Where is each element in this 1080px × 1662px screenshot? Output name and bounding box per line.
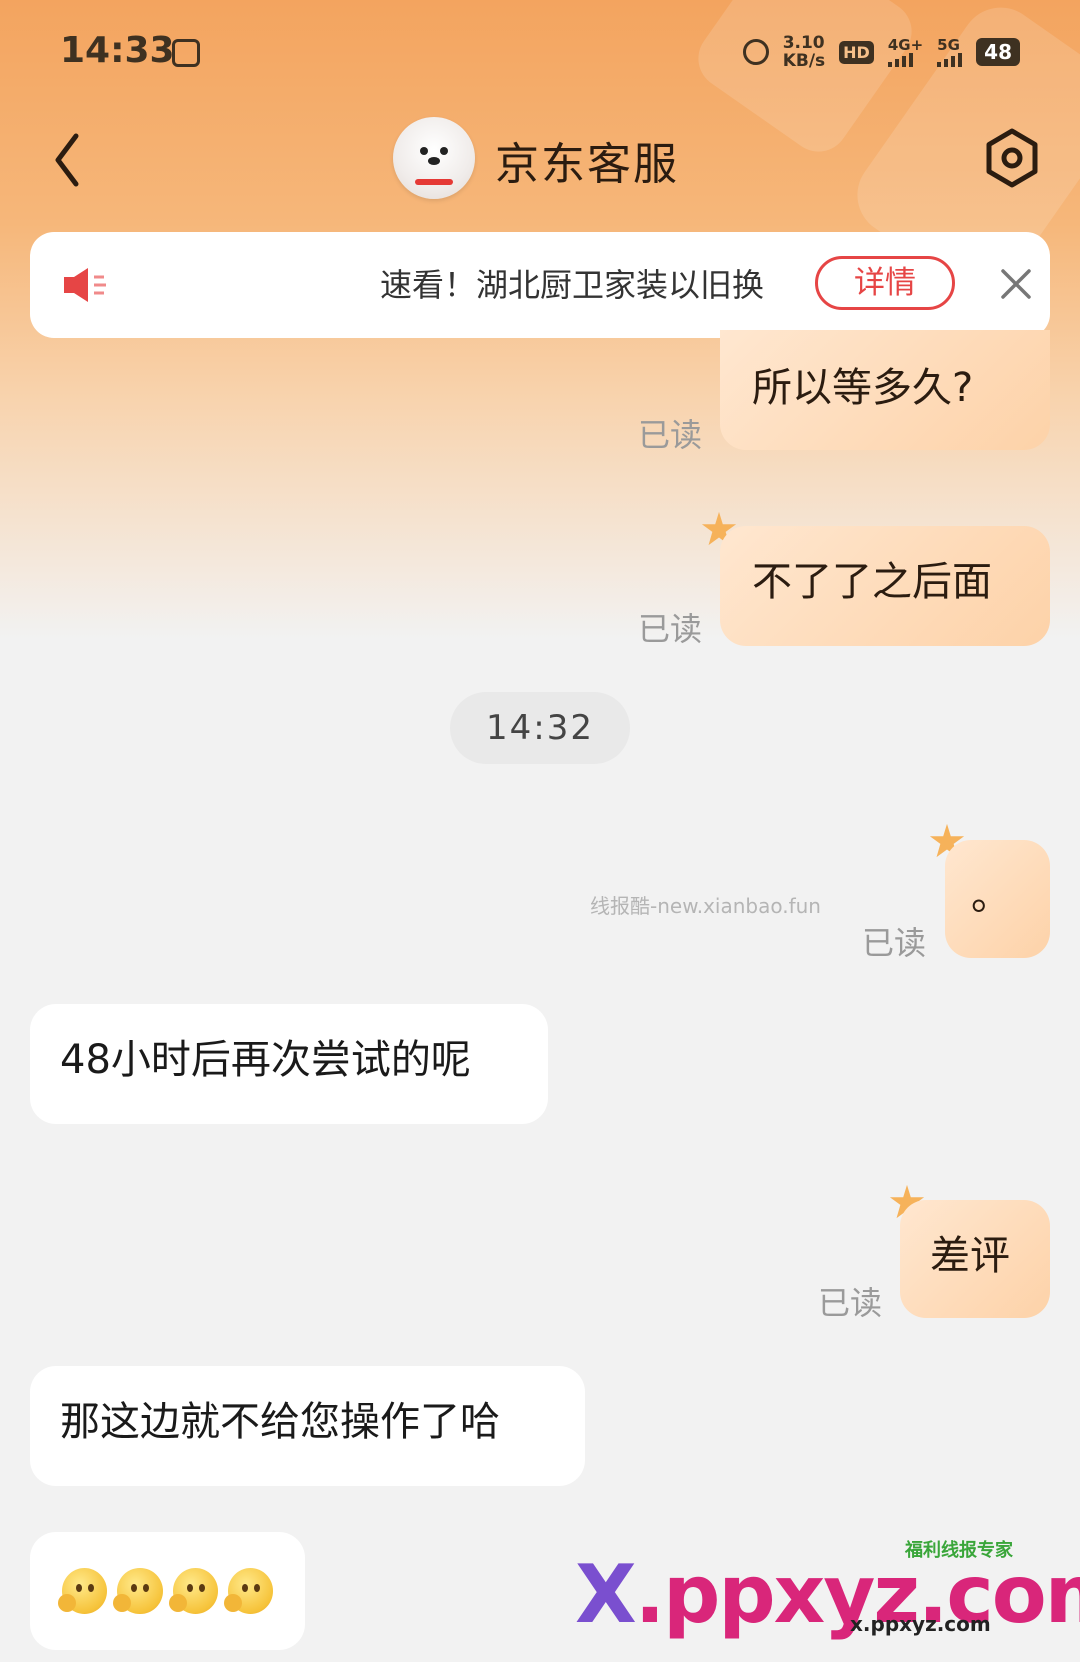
status-bar: 14:33 3.10 KB/s HD 4G+ 5G 48 bbox=[0, 0, 1080, 110]
signal-5g-label: 5G bbox=[937, 36, 960, 54]
settings-icon[interactable] bbox=[982, 128, 1042, 188]
network-speed-value: 3.10 bbox=[782, 33, 825, 53]
message-bubble-outgoing[interactable]: 差评 bbox=[900, 1200, 1050, 1318]
message-text: 不了了之后面 bbox=[752, 559, 992, 605]
message-text: 48小时后再次尝试的呢 bbox=[60, 1037, 471, 1083]
message-text: 所以等多久? bbox=[752, 365, 974, 411]
read-status: 已读 bbox=[862, 924, 927, 962]
detail-button[interactable]: 详情 bbox=[815, 256, 955, 310]
message-bubble-outgoing[interactable]: 。 bbox=[945, 840, 1050, 958]
hd-badge: HD bbox=[839, 40, 874, 64]
signal-4g-label: 4G+ bbox=[887, 36, 924, 54]
message-bubble-incoming[interactable]: 那这边就不给您操作了哈 bbox=[30, 1366, 585, 1486]
message-text: 。 bbox=[971, 873, 1011, 919]
read-status: 已读 bbox=[818, 1284, 883, 1322]
emoji-row bbox=[58, 1568, 273, 1614]
signal-bars-icon bbox=[937, 53, 963, 67]
watermark-text: 线报酷-new.xianbao.fun bbox=[590, 894, 821, 918]
status-indicators: 3.10 KB/s HD 4G+ 5G 48 bbox=[742, 34, 1020, 70]
signal-5g: 5G bbox=[937, 36, 963, 67]
time-divider: 14:32 bbox=[450, 692, 630, 764]
chat-header: 京东客服 bbox=[0, 110, 1080, 210]
read-status: 已读 bbox=[638, 416, 703, 454]
battery-indicator: 48 bbox=[976, 38, 1020, 66]
emoji-icon bbox=[168, 1568, 218, 1614]
message-bubble-outgoing[interactable]: 所以等多久? bbox=[720, 330, 1050, 450]
watermark-url: x.ppxyz.com bbox=[850, 1612, 991, 1636]
back-icon[interactable] bbox=[52, 130, 112, 190]
signal-4g: 4G+ bbox=[887, 36, 924, 67]
notice-bar[interactable]: 速看！湖北厨卫家装以旧换 详情 bbox=[30, 232, 1050, 338]
read-status: 已读 bbox=[638, 610, 703, 648]
message-text: 那这边就不给您操作了哈 bbox=[60, 1399, 500, 1445]
emoji-icon bbox=[113, 1568, 163, 1614]
page-title: 京东客服 bbox=[495, 139, 679, 190]
network-speed: 3.10 KB/s bbox=[783, 34, 825, 70]
message-bubble-incoming[interactable] bbox=[30, 1532, 305, 1650]
screenshot-icon bbox=[172, 39, 200, 67]
alarm-icon bbox=[742, 39, 769, 65]
message-bubble-outgoing[interactable]: 不了了之后面 bbox=[720, 526, 1050, 646]
close-icon[interactable] bbox=[998, 266, 1034, 302]
message-text: 差评 bbox=[930, 1233, 1010, 1279]
watermark-logo: X.ppxyz.com bbox=[575, 1548, 1080, 1641]
network-speed-unit: KB/s bbox=[782, 51, 826, 71]
emoji-icon bbox=[58, 1568, 108, 1614]
status-time: 14:33 bbox=[60, 30, 175, 71]
notice-text[interactable]: 速看！湖北厨卫家装以旧换 bbox=[380, 260, 790, 306]
avatar[interactable] bbox=[393, 117, 475, 199]
speaker-icon bbox=[64, 268, 106, 302]
signal-bars-icon bbox=[887, 53, 913, 67]
message-bubble-incoming[interactable]: 48小时后再次尝试的呢 bbox=[30, 1004, 548, 1124]
emoji-icon bbox=[223, 1568, 273, 1614]
watermark-logo-x: X bbox=[575, 1548, 637, 1641]
